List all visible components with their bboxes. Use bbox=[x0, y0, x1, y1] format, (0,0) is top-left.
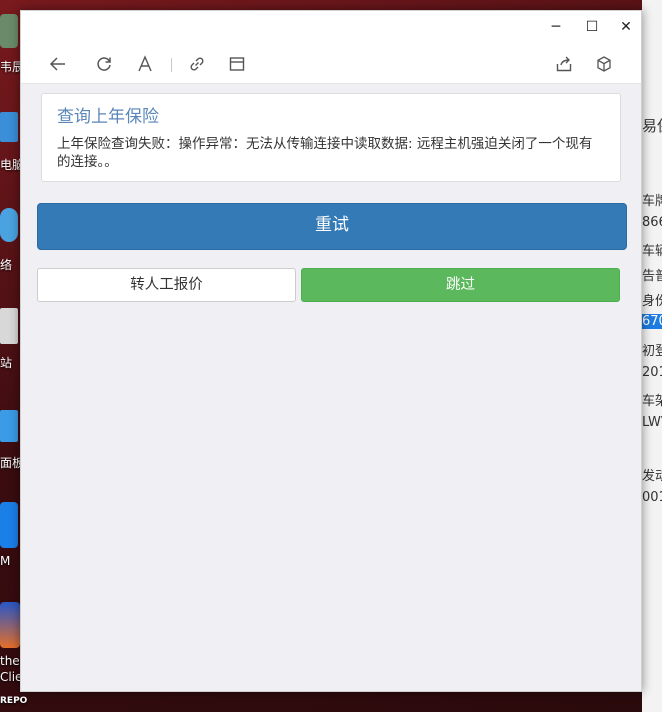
background-app-row: 初登 bbox=[642, 344, 662, 359]
font-icon bbox=[138, 55, 152, 72]
background-app-row: 车辆 bbox=[642, 244, 662, 259]
cube-icon bbox=[597, 56, 611, 72]
background-app-row: 车牌 bbox=[642, 194, 662, 209]
minimize-button[interactable]: ─ bbox=[543, 15, 569, 39]
background-app-title: 易保 bbox=[642, 117, 662, 135]
desktop-label: M bbox=[0, 554, 11, 568]
retry-button[interactable]: 重试 bbox=[37, 203, 627, 250]
desktop-icon-computer[interactable] bbox=[0, 112, 18, 142]
desktop-icon-control-panel[interactable] bbox=[0, 410, 18, 442]
font-size-button[interactable] bbox=[135, 54, 155, 74]
link-icon bbox=[190, 57, 204, 71]
manual-quote-button[interactable]: 转人工报价 bbox=[37, 268, 296, 302]
action-button-row: 转人工报价 跳过 bbox=[37, 268, 625, 302]
error-message: 上年保险查询失败：操作异常：无法从传输连接中读取数据: 远程主机强迫关闭了一个现… bbox=[57, 136, 593, 170]
back-button[interactable] bbox=[48, 54, 68, 74]
link-button[interactable] bbox=[187, 54, 207, 74]
desktop-icon-user[interactable] bbox=[0, 14, 18, 48]
close-button[interactable]: ✕ bbox=[613, 15, 639, 39]
extensions-button[interactable] bbox=[594, 54, 614, 74]
skip-button[interactable]: 跳过 bbox=[301, 268, 620, 302]
background-app-row: 身份 bbox=[642, 294, 662, 309]
share-button[interactable] bbox=[554, 54, 574, 74]
refresh-icon bbox=[97, 57, 111, 71]
window-button[interactable] bbox=[227, 54, 247, 74]
card-title: 查询上年保险 bbox=[57, 107, 159, 127]
close-icon: ✕ bbox=[620, 19, 632, 35]
background-app-window: 易保 车牌 866 车辆 告普 身份 670 初登 201 车架 LWV 发动 … bbox=[642, 0, 662, 712]
arrow-left-icon bbox=[49, 57, 65, 71]
error-card: 查询上年保险 上年保险查询失败：操作异常：无法从传输连接中读取数据: 远程主机强… bbox=[41, 93, 621, 182]
toolbar-separator bbox=[171, 58, 172, 72]
desktop-label: REPO bbox=[0, 696, 28, 706]
desktop-label: 络 bbox=[0, 258, 13, 272]
page-content: 查询上年保险 上年保险查询失败：操作异常：无法从传输连接中读取数据: 远程主机强… bbox=[21, 84, 641, 302]
background-app-row: LWV bbox=[642, 415, 662, 430]
browser-window: ─ ☐ ✕ 查询上年保险 上年保险查询失败：操作异常：无法从传输连接中读取数据:… bbox=[20, 10, 642, 692]
minimize-icon: ─ bbox=[551, 19, 561, 35]
maximize-icon: ☐ bbox=[585, 19, 599, 35]
desktop-icon-recycle[interactable] bbox=[0, 308, 18, 344]
toolbar bbox=[21, 45, 641, 84]
desktop-label: 站 bbox=[0, 356, 13, 370]
share-icon bbox=[556, 56, 572, 72]
desktop-icon-app-m[interactable] bbox=[0, 502, 18, 548]
background-app-row-selected[interactable]: 670 bbox=[642, 314, 662, 329]
background-app-row: 车架 bbox=[642, 394, 662, 409]
refresh-button[interactable] bbox=[94, 54, 114, 74]
background-app-row: 866 bbox=[642, 215, 662, 230]
desktop-icon-client[interactable] bbox=[0, 602, 20, 648]
desktop-icon-network[interactable] bbox=[0, 208, 18, 242]
browser-window-icon bbox=[229, 57, 245, 71]
background-app-row: 告普 bbox=[642, 269, 662, 284]
title-bar: ─ ☐ ✕ bbox=[21, 11, 641, 45]
background-app-row: 001 bbox=[642, 490, 662, 505]
maximize-button[interactable]: ☐ bbox=[579, 15, 605, 39]
background-app-row: 发动 bbox=[642, 469, 662, 484]
background-app-row: 201 bbox=[642, 365, 662, 380]
